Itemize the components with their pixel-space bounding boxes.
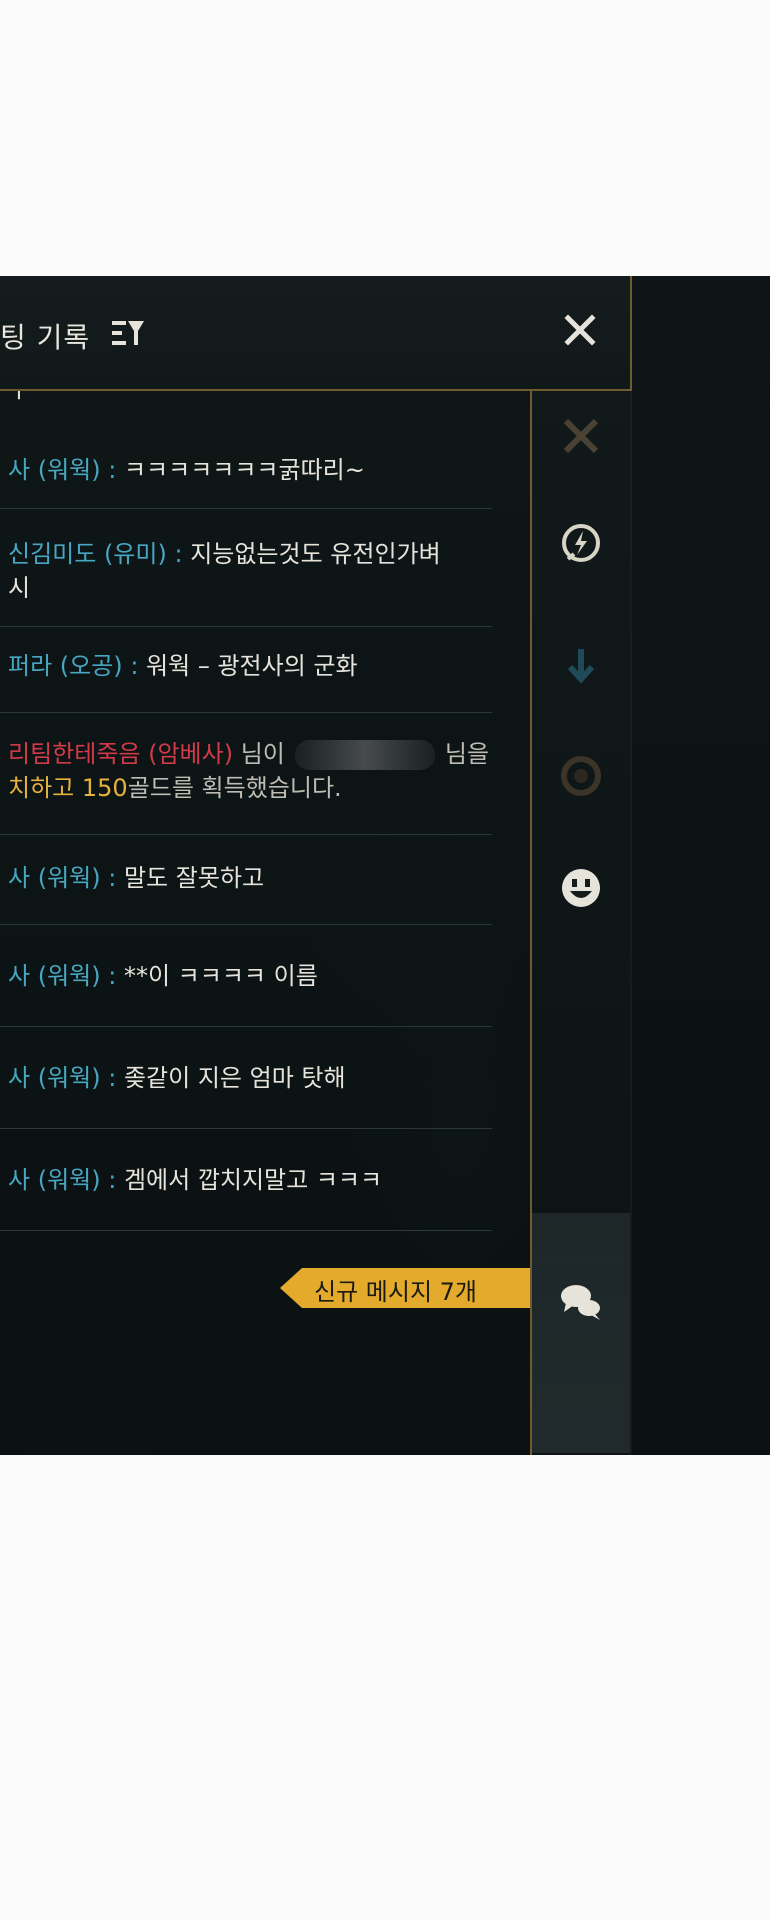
message-list[interactable]: 구 — 사 (워웍) : ㅋㅋㅋㅋㅋㅋㅋ굵따리~ 신김미도 (유미) : 지능없… xyxy=(0,391,530,1321)
new-messages-label: 신규 메시지 7개 xyxy=(314,1278,478,1306)
chat-message: 사 (워웍) : 좆같이 지은 엄마 탓해 xyxy=(0,1027,492,1129)
target-icon[interactable] xyxy=(558,753,604,799)
message-text: 말도 잘못하고 xyxy=(123,864,265,892)
chat-side-rail xyxy=(530,391,632,1455)
message-text-continued: 시 xyxy=(8,574,31,602)
chat-message: 사 (워웍) : ㅋㅋㅋㅋㅋㅋㅋ굵따리~ xyxy=(0,435,492,509)
sender-name: 퍼라 (오공) xyxy=(8,652,123,680)
message-text: **이 ㅋㅋㅋㅋ 이름 xyxy=(123,962,318,990)
panel-title: 팅 기록 xyxy=(0,321,91,354)
new-messages-button[interactable]: 신규 메시지 7개 xyxy=(280,1268,530,1308)
sender-name: 사 (워웍) xyxy=(8,456,101,484)
cut-off-message: 구 — xyxy=(8,391,92,404)
blurred-victim-name xyxy=(294,740,435,770)
killer-name: 리팀한테죽음 (암베사) xyxy=(8,740,234,768)
rail-selected-background xyxy=(532,1213,630,1453)
arrow-down-icon[interactable] xyxy=(558,643,604,689)
sender-name: 신김미도 (유미) xyxy=(8,540,167,568)
chat-bubbles-icon[interactable] xyxy=(558,1279,604,1325)
smiley-icon[interactable] xyxy=(558,865,604,911)
message-text: ㅋㅋㅋㅋㅋㅋㅋ굵따리~ xyxy=(123,456,365,484)
chat-message: 사 (워웍) : 겜에서 깝치지말고 ㅋㅋㅋ xyxy=(0,1129,492,1231)
sender-name: 사 (워웍) xyxy=(8,1064,101,1092)
panel-header: 팅 기록 xyxy=(0,276,630,391)
crossed-swords-icon[interactable] xyxy=(558,413,604,459)
gold-amount: 150 xyxy=(81,774,128,802)
message-text: 지능없는것도 유전인가벼 xyxy=(190,540,441,568)
close-button[interactable] xyxy=(560,310,600,350)
chat-message: 사 (워웍) : **이 ㅋㅋㅋㅋ 이름 xyxy=(0,925,492,1027)
chat-message: 신김미도 (유미) : 지능없는것도 유전인가벼 시 xyxy=(0,509,492,627)
message-text: 겜에서 깝치지말고 ㅋㅋㅋ xyxy=(123,1166,383,1194)
chat-message: 퍼라 (오공) : 워웍 – 광전사의 군화 xyxy=(0,627,492,713)
sender-name: 사 (워웍) xyxy=(8,864,101,892)
message-text: 워웍 – 광전사의 군화 xyxy=(146,652,358,680)
message-text: 좆같이 지은 엄마 탓해 xyxy=(123,1064,346,1092)
filter-icon[interactable] xyxy=(110,318,146,348)
chat-message: 사 (워웍) : 말도 잘못하고 xyxy=(0,835,492,925)
game-background xyxy=(632,276,770,1455)
sender-name: 사 (워웍) xyxy=(8,962,101,990)
kill-notification: 리팀한테죽음 (암베사) 님이 님을 치하고 150골드를 획득했습니다. xyxy=(0,713,492,835)
sender-name: 사 (워웍) xyxy=(8,1166,101,1194)
lightning-chat-icon[interactable] xyxy=(558,521,604,567)
